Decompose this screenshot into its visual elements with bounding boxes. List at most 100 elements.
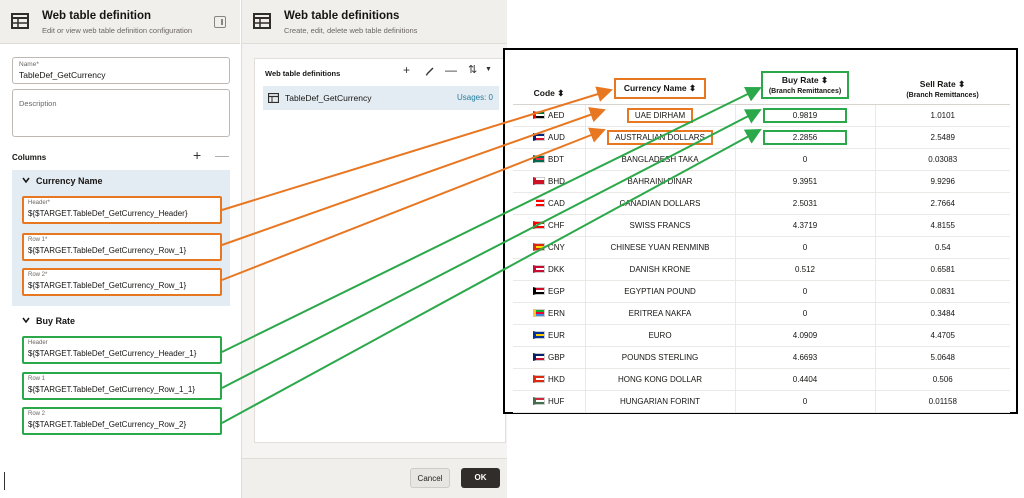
field-label: Row 2* xyxy=(28,272,48,278)
sort-icon[interactable]: ⬍ xyxy=(821,75,828,85)
currency-name-cell: UAE DIRHAM xyxy=(585,104,736,127)
table-row[interactable]: GBP POUNDS STERLING 4.6693 5.0648 xyxy=(513,346,1010,369)
code-cell: CNY xyxy=(513,236,586,259)
currency-name-cell: CANADIAN DOLLARS xyxy=(585,192,736,215)
sort-icon[interactable]: ⬍ xyxy=(958,79,965,89)
buy-rate-cell: 0 xyxy=(735,390,876,413)
flag-icon xyxy=(533,330,545,339)
currency-name: EGYPTIAN POUND xyxy=(624,286,696,296)
dialog-footer: Cancel OK xyxy=(242,458,507,498)
table-icon xyxy=(268,93,279,103)
web-table-definition-panel: Web table definition Edit or view web ta… xyxy=(0,0,240,498)
buy-rate-header[interactable]: Buy Rate ⬍ (Branch Remittances) xyxy=(735,56,875,105)
buy-rate-cell: 0.512 xyxy=(735,258,876,281)
header-label: Code xyxy=(533,87,555,98)
currency-name: BAHRAINI DINAR xyxy=(627,176,693,186)
header-label: Buy Rate xyxy=(781,74,819,85)
collapse-panel-icon[interactable] xyxy=(214,16,226,28)
table-icon xyxy=(253,13,271,29)
usages-link[interactable]: Usages: 0 xyxy=(457,93,493,102)
flag-icon xyxy=(533,352,545,361)
row1-field[interactable]: Row 1* ${$TARGET.TableDef_GetCurrency_Ro… xyxy=(22,233,222,261)
sell-rate-cell: 1.0101 xyxy=(875,104,1010,127)
table-row[interactable]: EUR EURO 4.0909 4.4705 xyxy=(513,324,1010,347)
remove-column-icon[interactable]: — xyxy=(215,148,229,162)
edit-icon[interactable] xyxy=(425,66,435,76)
currency-name-cell: CHINESE YUAN RENMINB xyxy=(585,236,736,259)
buy-rate: 0 xyxy=(802,286,808,296)
header-field[interactable]: Header ${$TARGET.TableDef_GetCurrency_He… xyxy=(22,336,222,364)
table-row[interactable]: DKK DANISH KRONE 0.512 0.6581 xyxy=(513,258,1010,281)
highlight-box: Buy Rate ⬍ (Branch Remittances) xyxy=(760,70,850,99)
table-row[interactable]: CAD CANADIAN DOLLARS 2.5031 2.7664 xyxy=(513,192,1010,215)
table-row[interactable]: EGP EGYPTIAN POUND 0 0.0831 xyxy=(513,280,1010,303)
chevron-down-icon[interactable]: ▼ xyxy=(485,66,492,73)
sort-icon[interactable]: ⬍ xyxy=(557,88,564,98)
currency-rates-table-frame: Code ⬍ Currency Name ⬍ Buy Rate ⬍ (Branch… xyxy=(503,48,1018,414)
buy-rate-cell: 0.4404 xyxy=(735,368,876,391)
currency-name: DANISH KRONE xyxy=(629,264,691,274)
code-header[interactable]: Code ⬍ xyxy=(513,56,585,105)
name-field[interactable]: Name* TableDef_GetCurrency xyxy=(12,57,230,84)
list-item[interactable]: TableDef_GetCurrency Usages: 0 xyxy=(263,86,499,110)
chevron-down-icon[interactable] xyxy=(22,316,30,324)
delete-icon[interactable]: — xyxy=(445,63,457,77)
sell-rate-header[interactable]: Sell Rate ⬍ (Branch Remittances) xyxy=(875,56,1010,105)
buy-rate-cell: 0 xyxy=(735,236,876,259)
field-value: ${$TARGET.TableDef_GetCurrency_Row_1_1} xyxy=(28,385,196,394)
add-icon[interactable]: + xyxy=(403,63,410,77)
panel-subtitle: Edit or view web table definition config… xyxy=(42,26,193,35)
currency-code: CAD xyxy=(548,198,565,208)
currency-code: CNY xyxy=(548,242,565,252)
field-label: Row 1* xyxy=(28,237,48,243)
table-row[interactable]: AUD AUSTRALIAN DOLLARS 2.2856 2.5489 xyxy=(513,126,1010,149)
table-row[interactable]: HKD HONG KONG DOLLAR 0.4404 0.506 xyxy=(513,368,1010,391)
buy-rate: 4.0909 xyxy=(792,330,818,340)
flag-icon xyxy=(533,242,545,251)
table-row[interactable]: BDT BANGLADESH TAKA 0 0.03083 xyxy=(513,148,1010,171)
buy-rate-cell: 4.3719 xyxy=(735,214,876,237)
chevron-down-icon[interactable] xyxy=(22,176,30,184)
row2-field[interactable]: Row 2 ${$TARGET.TableDef_GetCurrency_Row… xyxy=(22,407,222,435)
add-column-icon[interactable]: + xyxy=(193,148,201,162)
panel-header: Web table definitions Create, edit, dele… xyxy=(242,0,507,44)
currency-code: CHF xyxy=(548,220,565,230)
flag-icon xyxy=(533,198,545,207)
buy-rate: 2.5031 xyxy=(792,198,818,208)
currency-name-cell: EURO xyxy=(585,324,736,347)
code-cell: BHD xyxy=(513,170,586,193)
buy-rate: 0.9819 xyxy=(763,107,847,123)
group-title: Buy Rate xyxy=(36,316,76,326)
header-sublabel: (Branch Remittances) xyxy=(906,91,979,99)
row2-field[interactable]: Row 2* ${$TARGET.TableDef_GetCurrency_Ro… xyxy=(22,268,222,296)
row1-field[interactable]: Row 1 ${$TARGET.TableDef_GetCurrency_Row… xyxy=(22,372,222,400)
currency-name: EURO xyxy=(648,330,672,340)
sort-icon[interactable]: ⬍ xyxy=(689,83,696,93)
code-cell: BDT xyxy=(513,148,586,171)
currency-name-cell: DANISH KRONE xyxy=(585,258,736,281)
currency-name-header[interactable]: Currency Name ⬍ xyxy=(585,56,735,105)
ok-button[interactable]: OK xyxy=(461,468,500,488)
flag-icon xyxy=(533,308,545,317)
sort-icon[interactable]: ⇅ xyxy=(468,63,477,76)
table-row[interactable]: AED UAE DIRHAM 0.9819 1.0101 xyxy=(513,104,1010,127)
sell-rate-cell: 4.8155 xyxy=(875,214,1010,237)
table-row[interactable]: BHD BAHRAINI DINAR 9.3951 9.9296 xyxy=(513,170,1010,193)
currency-name: CANADIAN DOLLARS xyxy=(619,198,701,208)
table-row[interactable]: ERN ERITREA NAKFA 0 0.3484 xyxy=(513,302,1010,325)
buy-rate: 0.512 xyxy=(794,264,816,274)
table-row[interactable]: CHF SWISS FRANCS 4.3719 4.8155 xyxy=(513,214,1010,237)
table-row[interactable]: CNY CHINESE YUAN RENMINB 0 0.54 xyxy=(513,236,1010,259)
group-title: Currency Name xyxy=(36,176,103,186)
name-value: TableDef_GetCurrency xyxy=(19,70,106,80)
description-field[interactable]: Description xyxy=(12,89,230,137)
currency-code: HUF xyxy=(548,396,565,406)
sell-rate-cell: 5.0648 xyxy=(875,346,1010,369)
buy-rate-cell: 0 xyxy=(735,148,876,171)
buy-rate: 2.2856 xyxy=(763,129,847,145)
cancel-button[interactable]: Cancel xyxy=(410,468,450,488)
sell-rate-cell: 2.5489 xyxy=(875,126,1010,149)
code-cell: CAD xyxy=(513,192,586,215)
table-row[interactable]: HUF HUNGARIAN FORINT 0 0.01158 xyxy=(513,390,1010,413)
header-field[interactable]: Header* ${$TARGET.TableDef_GetCurrency_H… xyxy=(22,196,222,224)
